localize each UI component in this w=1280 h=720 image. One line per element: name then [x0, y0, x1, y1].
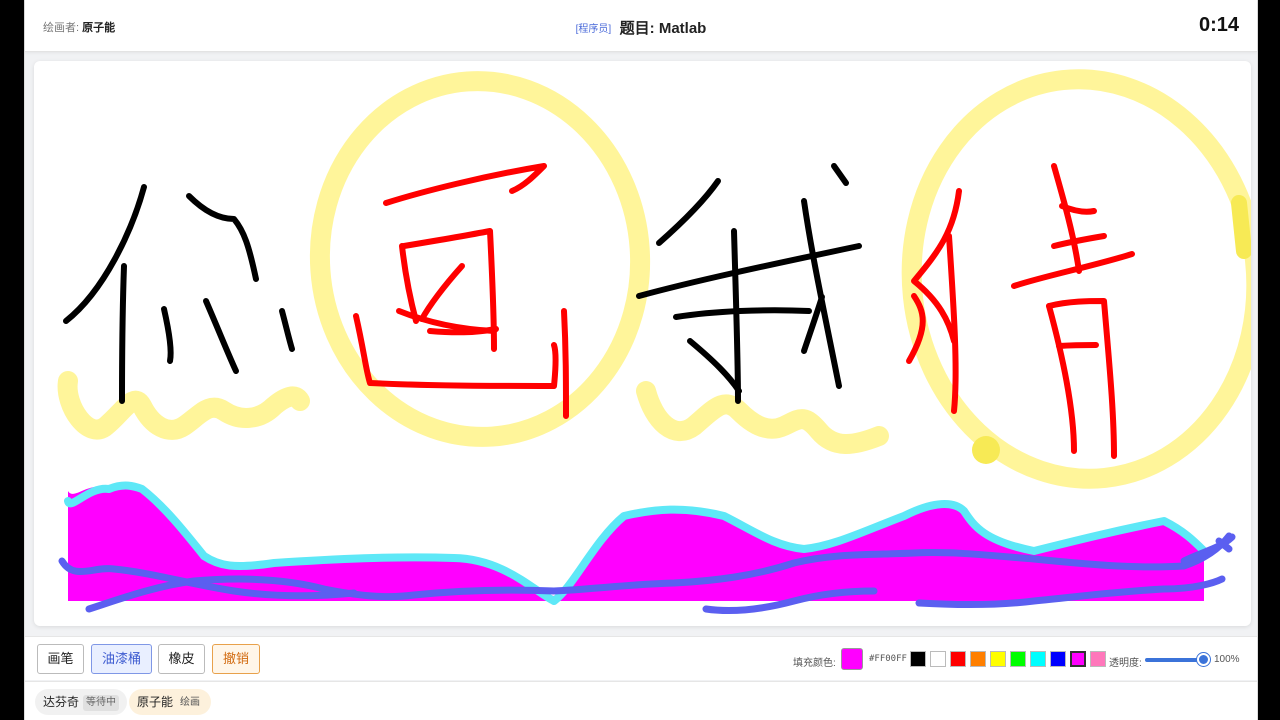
swatch-cyan[interactable] — [1030, 651, 1046, 667]
brush-button[interactable]: 画笔 — [37, 644, 84, 674]
player-name: 原子能 — [137, 695, 174, 709]
player-status: 等待中 — [83, 694, 120, 711]
player-chip: 达芬奇 等待中 — [35, 689, 128, 715]
black-strokes — [63, 163, 862, 404]
opacity-value: 100% — [1214, 654, 1240, 665]
swatch-magenta[interactable] — [1070, 651, 1086, 667]
opacity-slider-thumb[interactable] — [1197, 653, 1210, 666]
paint-bucket-button[interactable]: 油漆桶 — [91, 644, 152, 674]
fill-color-label: 填充颜色: — [793, 658, 836, 669]
player-status: 绘画 — [180, 696, 201, 708]
tool-bar: 画笔 油漆桶 橡皮 撤销 填充颜色: #FF00FF 透明度: 100% — [25, 636, 1257, 680]
player-name: 达芬奇 — [43, 695, 80, 709]
opacity-label: 透明度: — [1109, 658, 1142, 669]
undo-button[interactable]: 撤销 — [212, 644, 260, 674]
countdown-timer: 0:14 — [1198, 14, 1239, 36]
app-window: 绘画者: 原子能 [程序员] 题目: Matlab 0:14 画笔 油漆桶 橡皮… — [24, 0, 1258, 720]
swatch-green[interactable] — [1010, 651, 1026, 667]
swatch-black[interactable] — [910, 651, 926, 667]
swatch-orange[interactable] — [970, 651, 986, 667]
role-tag: [程序员] — [575, 24, 612, 35]
fill-color-hex: #FF00FF — [869, 654, 907, 664]
opacity-slider-track[interactable] — [1145, 658, 1205, 662]
player-list: 达芬奇 等待中 原子能 绘画 — [25, 681, 1257, 720]
swatch-blue[interactable] — [1050, 651, 1066, 667]
swatch-white[interactable] — [930, 651, 946, 667]
swatch-yellow[interactable] — [990, 651, 1006, 667]
drawing-canvas[interactable] — [34, 61, 1251, 626]
swatch-pink[interactable] — [1090, 651, 1106, 667]
topic-title: 题目: Matlab — [619, 20, 707, 37]
player-chip: 原子能 绘画 — [129, 689, 212, 715]
canvas-drawing[interactable] — [34, 61, 1251, 626]
swatch-red[interactable] — [950, 651, 966, 667]
fill-color-picker[interactable] — [841, 648, 863, 670]
topic-area: [程序员] 题目: Matlab — [25, 17, 1257, 38]
eraser-button[interactable]: 橡皮 — [158, 644, 205, 674]
top-bar: 绘画者: 原子能 [程序员] 题目: Matlab 0:14 — [25, 0, 1257, 52]
